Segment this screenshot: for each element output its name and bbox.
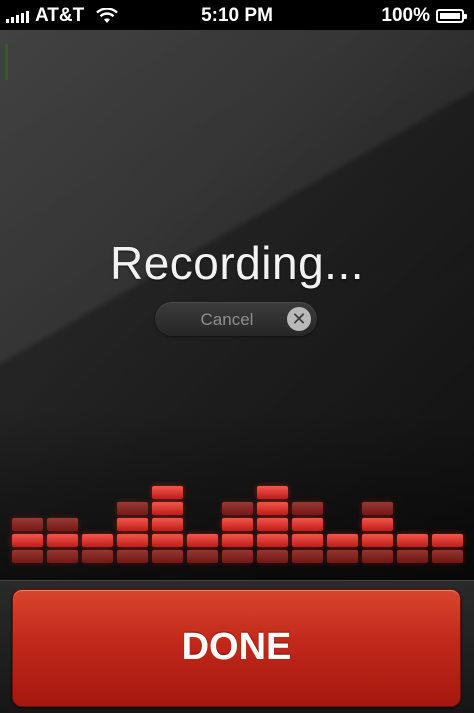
equalizer-bar-segment (152, 534, 183, 547)
equalizer-bar-segment (397, 534, 428, 547)
equalizer-bar-segment (362, 534, 393, 547)
battery-icon (436, 9, 467, 23)
equalizer-bar-segment (432, 534, 463, 547)
done-label: DONE (181, 626, 292, 668)
audio-level-meter (0, 30, 474, 580)
equalizer-bar-segment (257, 534, 288, 547)
equalizer-bar-segment (257, 550, 288, 563)
equalizer-bar-segment (12, 534, 43, 547)
equalizer-bar-segment (397, 550, 428, 563)
equalizer-bar-segment (117, 534, 148, 547)
equalizer-bar-segment (152, 518, 183, 531)
equalizer-bar-segment (152, 486, 183, 499)
equalizer-bar-segment (257, 518, 288, 531)
equalizer-bar-segment (222, 502, 253, 515)
equalizer-bar-segment (327, 550, 358, 563)
equalizer-bar-segment (47, 518, 78, 531)
equalizer-bar-segment (222, 534, 253, 547)
equalizer-bar-segment (152, 550, 183, 563)
equalizer-bar-segment (187, 534, 218, 547)
equalizer-bar-segment (152, 502, 183, 515)
equalizer-bar-segment (12, 550, 43, 563)
equalizer-bar-segment (292, 518, 323, 531)
equalizer-bar-segment (432, 550, 463, 563)
status-right: 100% (381, 5, 467, 27)
equalizer-bar-segment (47, 534, 78, 547)
equalizer-bar-segment (82, 550, 113, 563)
battery-percent: 100% (381, 5, 430, 26)
equalizer-bar-segment (257, 486, 288, 499)
equalizer-bar-segment (362, 550, 393, 563)
equalizer-bar-segment (292, 502, 323, 515)
equalizer-bar-segment (222, 550, 253, 563)
equalizer-bar-segment (292, 550, 323, 563)
equalizer-bar-segment (117, 518, 148, 531)
bottom-toolbar: DONE (0, 580, 474, 713)
recording-panel: Recording... Cancel ✕ (0, 30, 474, 580)
done-button[interactable]: DONE (12, 589, 461, 707)
equalizer-bar-segment (222, 518, 253, 531)
battery-fill (440, 13, 460, 19)
equalizer-bar-segment (82, 534, 113, 547)
equalizer-bar-segment (117, 502, 148, 515)
equalizer-bar-segment (47, 550, 78, 563)
status-bar: AT&T 5:10 PM 100% (0, 0, 474, 30)
equalizer-bar-segment (12, 518, 43, 531)
equalizer-bar-segment (257, 502, 288, 515)
equalizer-bar-segment (327, 534, 358, 547)
equalizer-bar-segment (362, 518, 393, 531)
equalizer-bar-segment (117, 550, 148, 563)
equalizer-bar-segment (362, 502, 393, 515)
equalizer-bar-segment (292, 534, 323, 547)
equalizer-bar-segment (187, 550, 218, 563)
